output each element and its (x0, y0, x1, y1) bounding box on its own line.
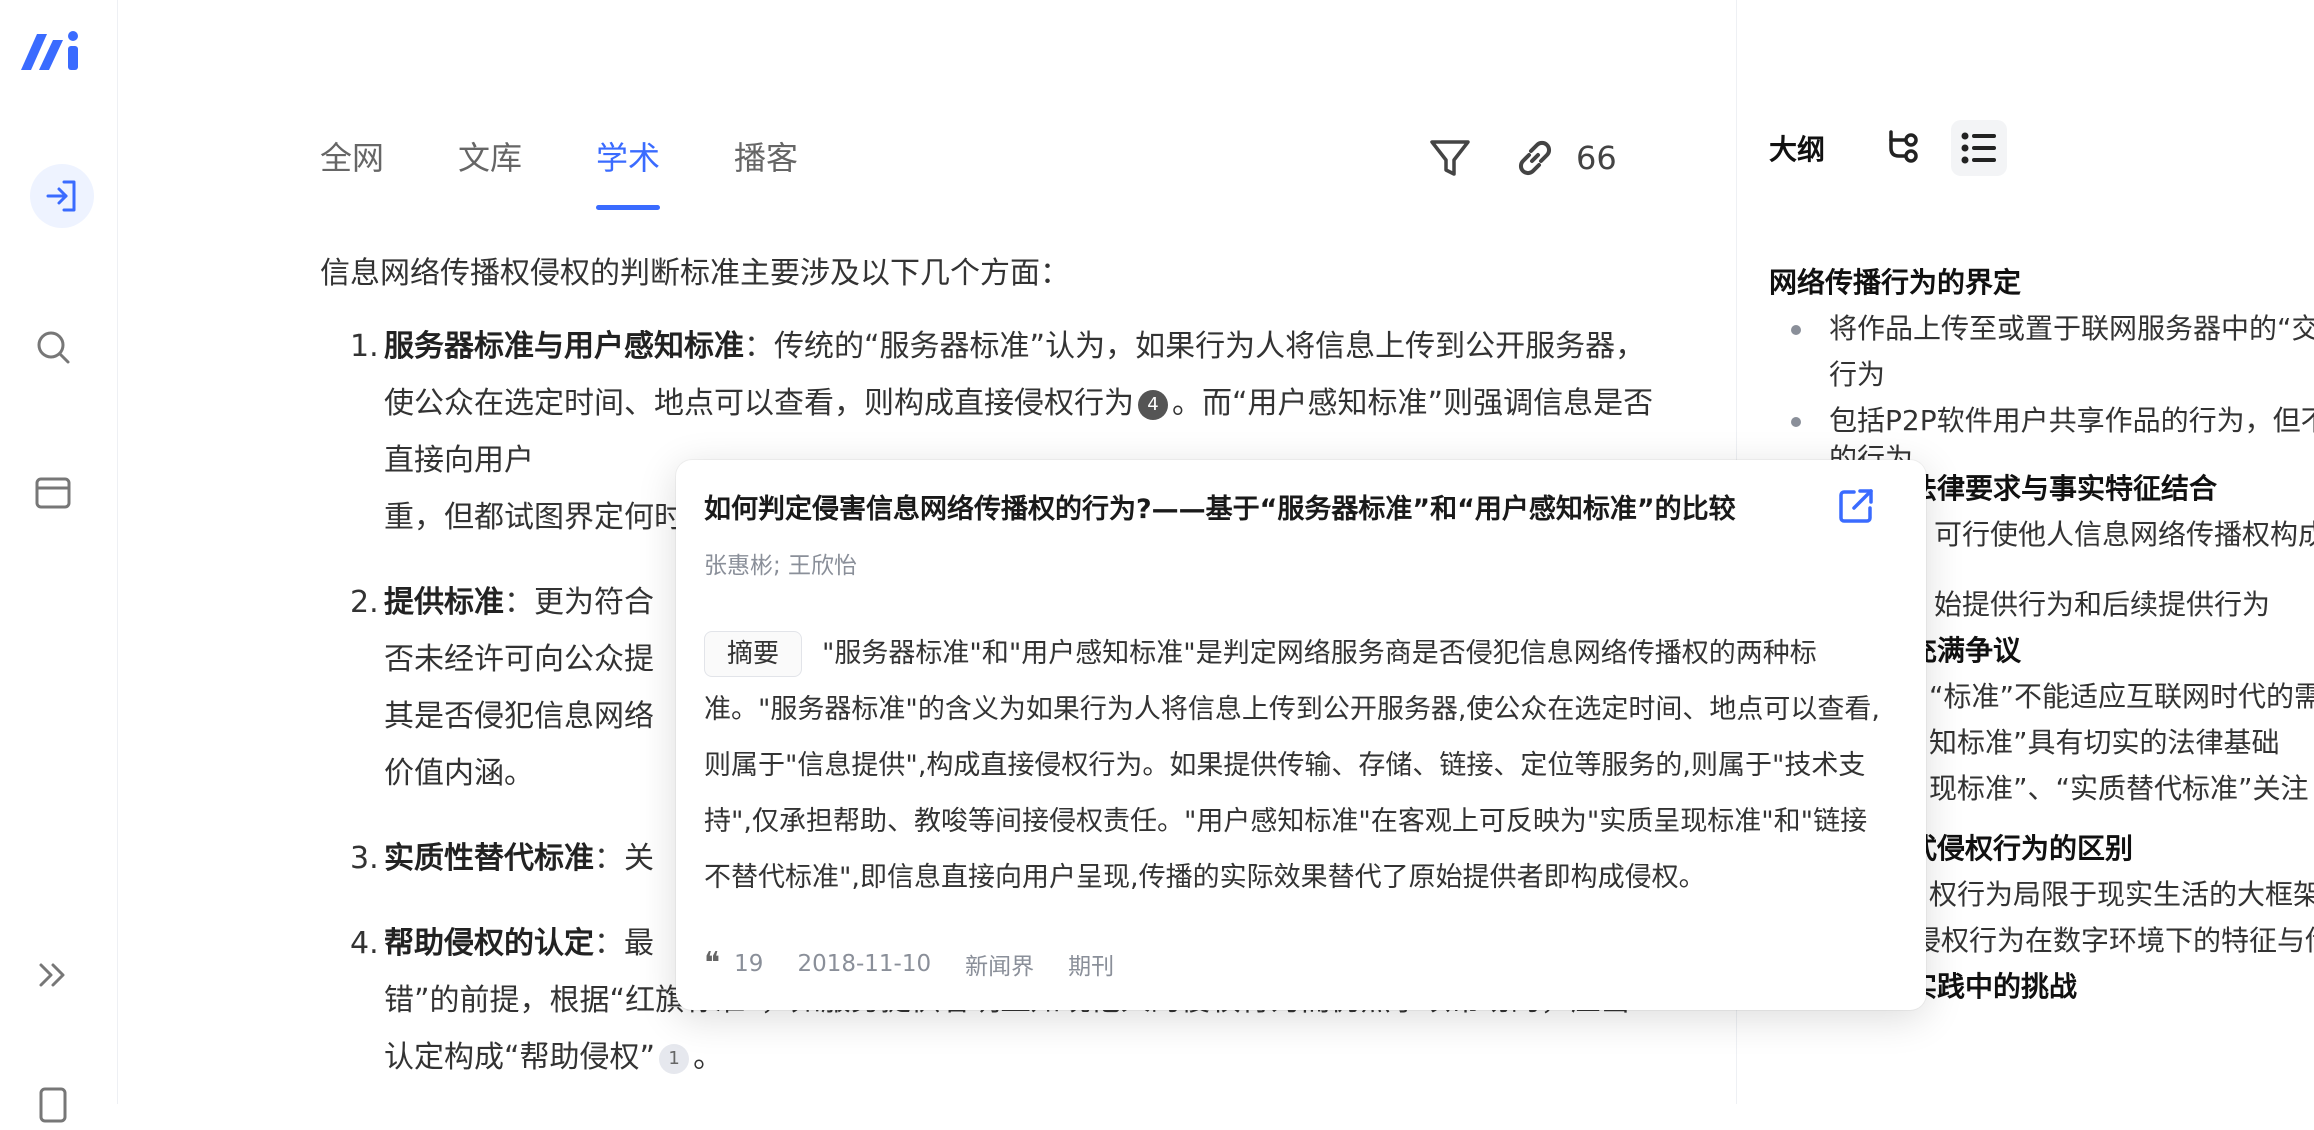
list-icon (1961, 132, 1997, 164)
list-view-button[interactable] (1951, 120, 2008, 176)
publish-date: 2018-11-10 (797, 950, 932, 977)
abstract-text: "服务器标准"和"用户感知标准"是判定网络服务商是否侵犯信息网络传播权的两种标准… (704, 638, 1881, 893)
quote-icon: ❝ (704, 946, 721, 981)
tab-podcast[interactable]: 播客 (734, 130, 798, 210)
filter-button[interactable] (1426, 134, 1474, 182)
window-icon[interactable] (28, 468, 78, 518)
link-icon (1518, 140, 1552, 176)
app-logo-icon[interactable] (17, 26, 87, 74)
search-icon[interactable] (28, 322, 78, 372)
tab-web[interactable]: 全网 (320, 130, 384, 210)
outline-bullet[interactable]: 将作品上传至或置于联网服务器中的“交 (1769, 306, 2314, 352)
links-button[interactable]: 66 (1510, 133, 1617, 183)
expand-icon[interactable] (28, 950, 78, 1000)
open-external-button[interactable] (1834, 484, 1878, 528)
reference-popup[interactable]: 如何判定侵害信息网络传播权的行为?——基于“服务器标准”和“用户感知标准”的比较… (676, 460, 1926, 1010)
login-icon[interactable] (30, 164, 94, 228)
paper-abstract: 摘要 "服务器标准"和"用户感知标准"是判定网络服务商是否侵犯信息网络传播权的两种… (704, 626, 1884, 906)
outline-section[interactable]: 网络传播行为的界定 (1769, 260, 2314, 306)
citation-badge[interactable]: 1 (659, 1043, 690, 1074)
paper-authors: 张惠彬; 王欣怡 (704, 553, 858, 579)
citation-badge[interactable]: 4 (1138, 389, 1168, 420)
source-tabs: 全网 文库 学术 播客 (320, 130, 872, 210)
tab-academic[interactable]: 学术 (596, 130, 661, 210)
journal-name: 新闻界 (965, 953, 1035, 980)
document-icon[interactable] (28, 1080, 78, 1130)
outline-bullet[interactable]: 包括P2P软件用户共享作品的行为，但不 (1769, 398, 2314, 444)
left-rail (0, 0, 118, 1123)
citation-count: 19 (734, 950, 764, 977)
publication-type: 期刊 (1068, 953, 1115, 980)
mindmap-icon (1889, 130, 1918, 163)
paper-title[interactable]: 如何判定侵害信息网络传播权的行为?——基于“服务器标准”和“用户感知标准”的比较 (704, 490, 1814, 530)
outline-header: 大纲 (1769, 120, 2027, 176)
paper-meta: ❝ 19 2018-11-10 新闻界 期刊 (704, 946, 1148, 981)
external-link-icon (1839, 489, 1873, 523)
link-count: 66 (1576, 139, 1617, 177)
answer-intro: 信息网络传播权侵权的判断标准主要涉及以下几个方面： (320, 256, 1070, 291)
result-toolbar: 66 (1426, 130, 1653, 186)
outline-text: 行为 (1829, 358, 1886, 391)
mindmap-view-button[interactable] (1875, 120, 1931, 176)
abstract-label: 摘要 (704, 631, 803, 677)
tab-library[interactable]: 文库 (458, 130, 522, 210)
outline-title: 大纲 (1769, 133, 1826, 166)
filter-icon (1430, 140, 1470, 176)
